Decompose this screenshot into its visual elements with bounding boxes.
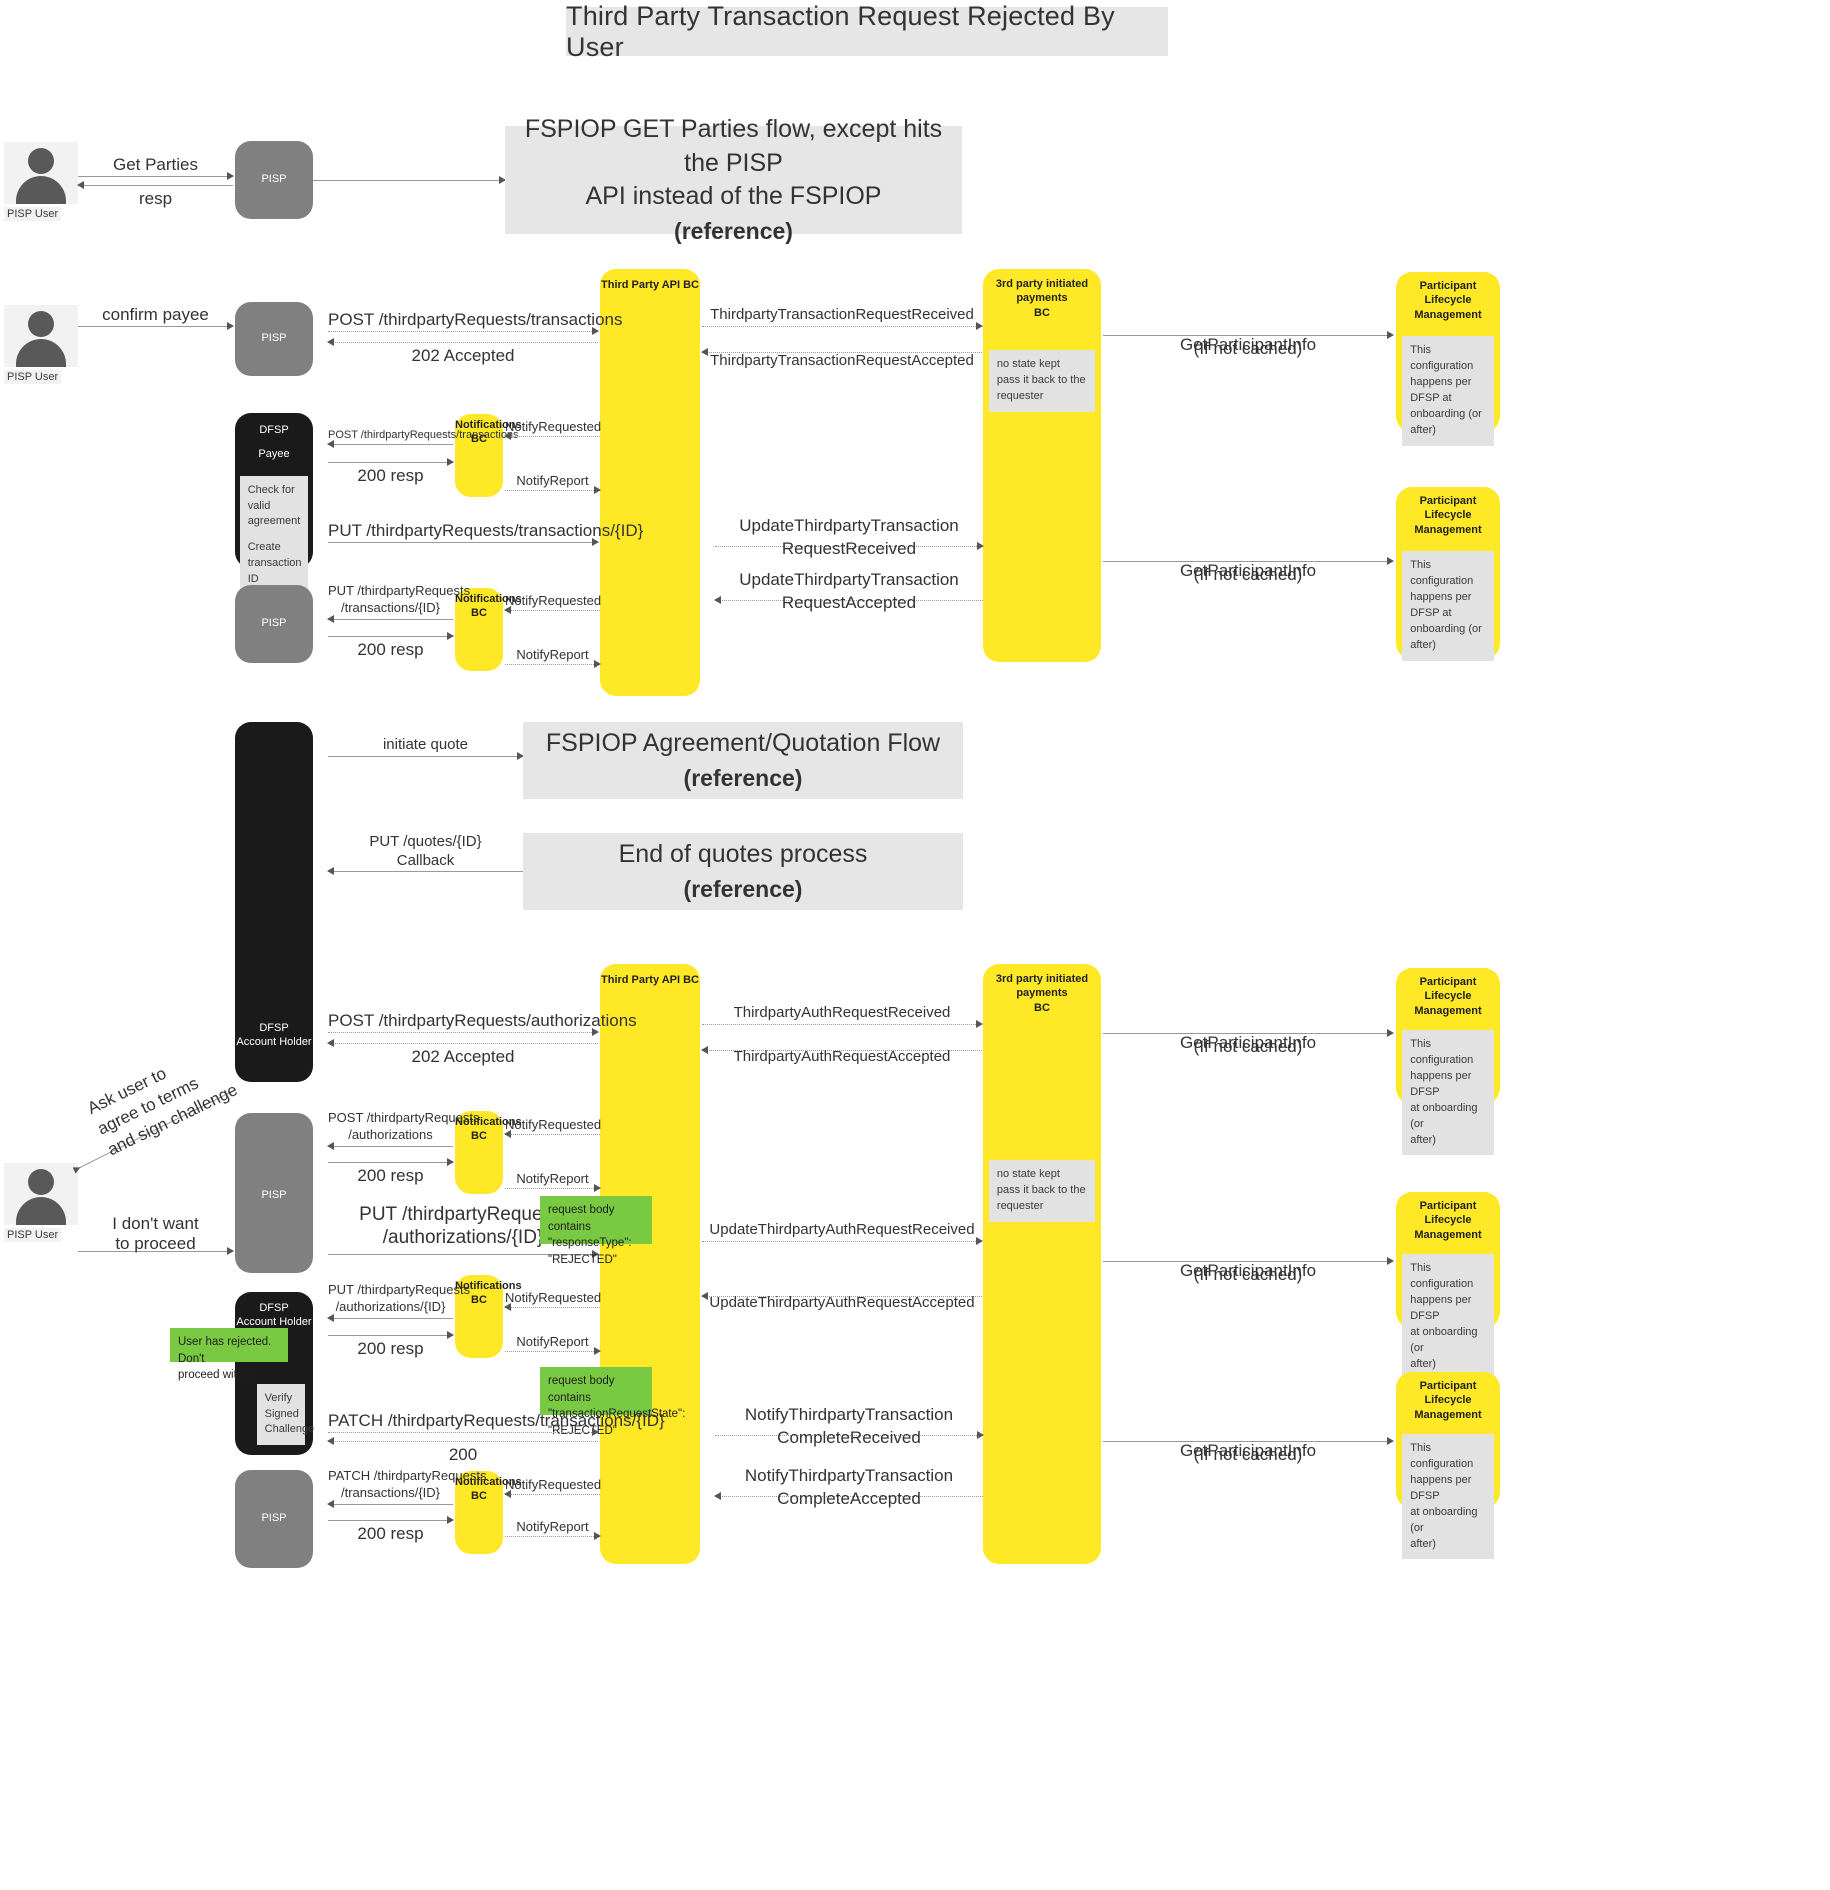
arrow-put-quotes-callback: PUT /quotes/{ID} Callback <box>327 833 523 875</box>
ref-box-end-of-quotes: End of quotes process (reference) <box>523 833 963 910</box>
ref-sub: (reference) <box>674 218 793 245</box>
arrow-confirm-payee: confirm payee <box>78 300 234 330</box>
lane-pisp-fourth: PISP <box>235 1113 313 1273</box>
lane-notifications-bc-5: Notifications BC <box>455 1471 522 1554</box>
arrow-get-participant-info-5: GetParticipantInfo (If not cached) <box>1103 1418 1394 1464</box>
arrow-get-participant-info-4: GetParticipantInfo (If not cached) <box>1103 1238 1394 1284</box>
note-no-state-kept-lower: no state kept pass it back to the reques… <box>988 1159 1096 1222</box>
lane-participant-lifecycle-1: Participant Lifecycle Management This co… <box>1396 272 1500 446</box>
arrow-resp: resp <box>77 181 233 215</box>
arrow-initiate-quote: initiate quote <box>328 730 524 760</box>
lane-3rd-party-payments-bc-upper: 3rd party initiated payments BC no state… <box>983 269 1101 662</box>
person-icon <box>4 142 78 204</box>
arrow-get-parties: Get Parties <box>78 150 234 180</box>
arrow-200-resp-5: 200 resp <box>328 1516 454 1548</box>
lane-notifications-bc-1: Notifications BC <box>455 414 522 497</box>
note-no-state-kept-upper: no state kept pass it back to the reques… <box>988 349 1096 412</box>
arrow-dont-want-to-proceed: I don't want to proceed <box>78 1213 234 1257</box>
arrow-notify-report-2: NotifyReport <box>505 640 601 668</box>
arrow-notify-requested-3: NotifyRequested <box>504 1110 601 1138</box>
arrow-put-tpr-transactions-small: PUT /thirdpartyRequests /transactions/{I… <box>327 583 470 623</box>
lane-3rd-party-payments-bc-lower: 3rd party initiated payments BC no state… <box>983 964 1101 1564</box>
arrow-tp-auth-request-received: ThirdpartyAuthRequestReceived <box>702 998 983 1028</box>
arrow-200-resp-1: 200 resp <box>328 458 454 490</box>
actor-pisp-user-bottom: PISP User <box>4 1163 78 1243</box>
arrow-notify-report-4: NotifyReport <box>505 1327 601 1355</box>
actor-label: PISP User <box>4 207 62 221</box>
lane-pisp-third: PISP <box>235 585 313 663</box>
note-config-onboarding-3: This configuration happens per DFSP at o… <box>1402 1029 1494 1156</box>
actor-pisp-user-top: PISP User <box>4 142 78 222</box>
arrow-200-resp-3: 200 resp <box>328 1158 454 1190</box>
note-config-onboarding-2: This configuration happens per DFSP at o… <box>1402 550 1494 661</box>
actor-label: PISP User <box>4 1228 62 1242</box>
arrow-notify-tp-tx-complete-received: NotifyThirdpartyTransaction CompleteRece… <box>715 1405 984 1457</box>
note-config-onboarding-5: This configuration happens per DFSP at o… <box>1402 1433 1494 1560</box>
arrow-pisp-to-getparties-ref <box>313 166 506 184</box>
diagram-title: Third Party Transaction Request Rejected… <box>566 1 1168 62</box>
arrow-post-tpr-transactions: POST /thirdpartyRequests/transactions <box>328 305 623 335</box>
arrow-put-tpr-authorizations-small: PUT /thirdpartyRequests /authorizations/… <box>327 1282 470 1322</box>
arrow-tp-tx-request-received: ThirdpartyTransactionRequestReceived <box>702 300 983 330</box>
note-user-has-rejected: User has rejected. Don't proceed with tx… <box>170 1328 288 1381</box>
arrow-tp-tx-request-accepted: ThirdpartyTransactionRequestAccepted <box>701 346 982 374</box>
arrow-tp-auth-request-accepted: ThirdpartyAuthRequestAccepted <box>701 1042 982 1070</box>
arrow-notify-report-5: NotifyReport <box>505 1512 601 1540</box>
lane-pisp-bottom: PISP <box>235 1470 313 1568</box>
arrow-202-accepted-2: 202 Accepted <box>327 1039 598 1071</box>
arrow-post-tpr-authorizations: POST /thirdpartyRequests/authorizations <box>328 1006 637 1036</box>
arrow-notify-requested-2: NotifyRequested <box>504 586 601 614</box>
arrow-notify-requested-4: NotifyRequested <box>504 1283 601 1311</box>
arrow-notify-report-1: NotifyReport <box>505 466 601 494</box>
arrow-notify-tp-tx-complete-accepted: NotifyThirdpartyTransaction CompleteAcce… <box>714 1466 983 1518</box>
lane-participant-lifecycle-3: Participant Lifecycle Management This co… <box>1396 968 1500 1156</box>
ref-line-1: FSPIOP Agreement/Quotation Flow <box>545 729 941 758</box>
lane-notifications-bc-2: Notifications BC <box>455 588 522 671</box>
actor-label: PISP User <box>4 370 62 384</box>
ref-box-get-parties: FSPIOP GET Parties flow, except hits the… <box>505 115 962 244</box>
arrow-patch-tpr-transactions-small: PATCH /thirdpartyRequests /transactions/… <box>327 1468 486 1508</box>
arrow-patch-tpr-transactions-id: PATCH /thirdpartyRequests/transactions/{… <box>328 1400 665 1436</box>
lane-dfsp-payee: DFSP Payee Check for valid agreement Cre… <box>235 413 313 596</box>
note-config-onboarding-4: This configuration happens per DFSP at o… <box>1402 1253 1494 1380</box>
arrow-update-tp-auth-request-received: UpdateThirdpartyAuthRequestReceived <box>702 1215 983 1245</box>
lane-participant-lifecycle-2: Participant Lifecycle Management This co… <box>1396 487 1500 661</box>
lane-pisp-top: PISP <box>235 141 313 219</box>
arrow-200: 200 <box>327 1437 598 1469</box>
arrow-notify-requested-5: NotifyRequested <box>504 1470 601 1498</box>
arrow-200-resp-2: 200 resp <box>328 632 454 664</box>
ref-sub: (reference) <box>683 875 803 902</box>
arrow-get-participant-info-1: GetParticipantInfo (If not cached) <box>1103 312 1394 358</box>
note-response-type-rejected: request body contains "responseType": "R… <box>540 1196 652 1266</box>
lane-participant-lifecycle-5: Participant Lifecycle Management This co… <box>1396 1372 1500 1560</box>
arrow-update-tp-tx-request-accepted: UpdateThirdpartyTransaction RequestAccep… <box>714 570 983 622</box>
arrow-get-participant-info-3: GetParticipantInfo (If not cached) <box>1103 1010 1394 1056</box>
note-verify-signed-challenge: Verify Signed Challenge <box>256 1383 314 1446</box>
arrow-update-tp-tx-request-received: UpdateThirdpartyTransaction RequestRecei… <box>715 516 984 568</box>
arrow-200-resp-4: 200 resp <box>328 1331 454 1363</box>
ref-line-1: FSPIOP GET Parties flow, except hits the… <box>524 114 943 177</box>
arrow-post-tpr-authorizations-small: POST /thirdpartyRequests /authorizations <box>327 1110 480 1150</box>
ref-line-2: API instead of the FSPIOP <box>585 182 882 211</box>
arrow-update-tp-auth-request-accepted: UpdateThirdpartyAuthRequestAccepted <box>701 1288 982 1316</box>
lane-dfsp-account-holder-upper: DFSP Account Holder <box>235 722 313 1082</box>
lane-pisp-second: PISP <box>235 302 313 376</box>
sequence-diagram-canvas: Third Party Transaction Request Rejected… <box>0 0 1830 1890</box>
arrow-202-accepted-1: 202 Accepted <box>327 338 598 370</box>
lane-third-party-api-bc-upper: Third Party API BC <box>600 269 700 696</box>
arrow-notify-requested-1: NotifyRequested <box>504 412 601 440</box>
lane-participant-lifecycle-4: Participant Lifecycle Management This co… <box>1396 1192 1500 1380</box>
arrow-get-participant-info-2: GetParticipantInfo (If not cached) <box>1103 538 1394 584</box>
note-dfsp-payee-actions: Check for valid agreement Create transac… <box>239 475 309 596</box>
person-icon <box>4 305 78 367</box>
arrow-put-tpr-transactions-id: PUT /thirdpartyRequests/transactions/{ID… <box>328 510 643 546</box>
actor-pisp-user-second: PISP User <box>4 305 78 385</box>
arrow-post-tpr-transactions-small: POST /thirdpartyRequests/transactions <box>327 420 519 448</box>
ref-line-1: End of quotes process <box>618 840 868 869</box>
ref-sub: (reference) <box>683 764 803 791</box>
arrow-notify-report-3: NotifyReport <box>505 1164 601 1192</box>
ref-box-quotation: FSPIOP Agreement/Quotation Flow (referen… <box>523 722 963 799</box>
note-config-onboarding-1: This configuration happens per DFSP at o… <box>1402 335 1494 446</box>
